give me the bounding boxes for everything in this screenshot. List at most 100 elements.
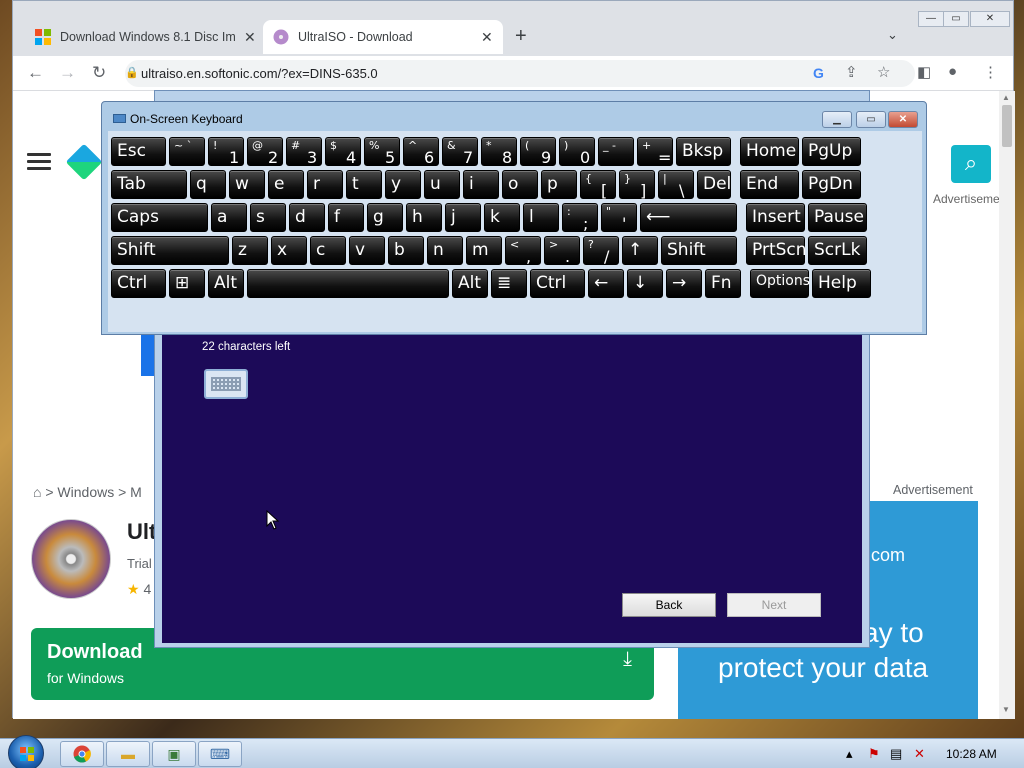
explorer-taskbar-button[interactable]: ▬ <box>106 741 150 767</box>
key-4-5[interactable]: ≣ <box>491 269 527 298</box>
keyboard-icon[interactable] <box>204 369 248 399</box>
search-icon[interactable]: ⌕ <box>951 145 991 183</box>
key-2-0[interactable]: Caps <box>111 203 208 232</box>
key-4-9[interactable]: → <box>666 269 702 298</box>
key-2-7[interactable]: j <box>445 203 481 232</box>
key-3-11[interactable]: ↑ <box>622 236 658 265</box>
key-1-1[interactable]: q <box>190 170 226 199</box>
clock[interactable]: 10:28 AM <box>946 747 997 761</box>
key-2-3[interactable]: d <box>289 203 325 232</box>
profile-icon[interactable]: ● <box>948 63 957 80</box>
show-hidden-icons-icon[interactable]: ▴ <box>846 746 853 762</box>
key-0-3[interactable]: @2 <box>247 137 283 167</box>
key-3-9[interactable]: >. <box>544 236 580 266</box>
key-0-9[interactable]: * 8 <box>481 137 517 167</box>
key-0-16[interactable]: PgUp <box>802 137 861 166</box>
key-4-3[interactable] <box>247 269 449 298</box>
key-3-10[interactable]: ? / <box>583 236 619 266</box>
key-2-14[interactable]: Pause <box>808 203 867 232</box>
key-3-4[interactable]: v <box>349 236 385 265</box>
back-button[interactable]: Back <box>622 593 716 617</box>
key-1-2[interactable]: w <box>229 170 265 199</box>
key-4-8[interactable]: ↓ <box>627 269 663 298</box>
share-icon[interactable]: ⇪ <box>845 63 858 81</box>
key-1-14[interactable]: Del <box>697 170 731 199</box>
key-2-12[interactable]: ⟵ <box>640 203 737 232</box>
hamburger-menu-icon[interactable] <box>27 153 51 171</box>
chrome-taskbar-button[interactable] <box>60 741 104 767</box>
volume-icon[interactable]: ✕ <box>914 746 925 762</box>
key-3-0[interactable]: Shift <box>111 236 229 265</box>
breadcrumb-text[interactable]: > Windows > M <box>45 484 141 500</box>
close-window-button[interactable]: ✕ <box>970 11 1010 27</box>
softonic-logo-icon[interactable] <box>65 143 103 181</box>
key-4-4[interactable]: Alt <box>452 269 488 298</box>
forward-arrow-icon[interactable]: → <box>59 63 76 83</box>
key-1-16[interactable]: PgDn <box>802 170 861 199</box>
tab-windows-download[interactable]: Download Windows 8.1 Disc Ima ✕ <box>25 20 266 54</box>
key-4-2[interactable]: Alt <box>208 269 244 298</box>
key-3-13[interactable]: PrtScn <box>746 236 807 265</box>
key-1-9[interactable]: o <box>502 170 538 199</box>
key-1-6[interactable]: y <box>385 170 421 199</box>
scrollbar-thumb[interactable] <box>1002 105 1012 147</box>
action-center-icon[interactable]: ⚑ <box>868 746 880 762</box>
network-icon[interactable]: ▤ <box>890 746 902 762</box>
start-button[interactable] <box>8 735 44 768</box>
setup-taskbar-button[interactable]: ▣ <box>152 741 196 767</box>
key-3-7[interactable]: m <box>466 236 502 265</box>
key-2-11[interactable]: " ' <box>601 203 637 233</box>
back-arrow-icon[interactable]: ← <box>27 63 44 83</box>
key-2-13[interactable]: Insert <box>746 203 805 232</box>
key-0-2[interactable]: ! 1 <box>208 137 244 167</box>
key-2-8[interactable]: k <box>484 203 520 232</box>
key-1-12[interactable]: }] <box>619 170 655 200</box>
maximize-button[interactable]: ▭ <box>856 111 886 128</box>
key-3-3[interactable]: c <box>310 236 346 265</box>
minimize-button[interactable]: ▁ <box>822 111 852 128</box>
scroll-down-icon[interactable]: ▼ <box>1002 705 1010 714</box>
key-2-2[interactable]: s <box>250 203 286 232</box>
key-1-8[interactable]: i <box>463 170 499 199</box>
key-1-10[interactable]: p <box>541 170 577 199</box>
key-4-11[interactable]: Options <box>750 269 810 298</box>
key-4-7[interactable]: ← <box>588 269 624 298</box>
close-icon[interactable]: ✕ <box>481 29 493 46</box>
url-text[interactable]: ultraiso.en.softonic.com/?ex=DINS-635.0 <box>141 66 378 81</box>
key-0-5[interactable]: $4 <box>325 137 361 167</box>
key-1-13[interactable]: | \ <box>658 170 694 200</box>
key-1-15[interactable]: End <box>740 170 799 199</box>
menu-dots-icon[interactable]: ⋮ <box>983 63 998 81</box>
key-4-10[interactable]: Fn <box>705 269 741 298</box>
key-2-9[interactable]: l <box>523 203 559 232</box>
key-0-10[interactable]: (9 <box>520 137 556 167</box>
home-icon[interactable]: ⌂ <box>33 484 45 500</box>
key-2-6[interactable]: h <box>406 203 442 232</box>
key-4-6[interactable]: Ctrl <box>530 269 585 298</box>
key-3-12[interactable]: Shift <box>661 236 737 265</box>
key-1-5[interactable]: t <box>346 170 382 199</box>
key-4-1[interactable]: ⊞ <box>169 269 205 298</box>
key-0-11[interactable]: ) 0 <box>559 137 595 167</box>
minimize-button[interactable]: — <box>918 11 944 27</box>
new-tab-button[interactable]: + <box>515 25 527 48</box>
key-3-5[interactable]: b <box>388 236 424 265</box>
key-1-4[interactable]: r <box>307 170 343 199</box>
key-2-10[interactable]: :; <box>562 203 598 233</box>
key-0-6[interactable]: % 5 <box>364 137 400 167</box>
key-3-1[interactable]: z <box>232 236 268 265</box>
tab-ultraiso[interactable]: UltraISO - Download ✕ <box>263 20 503 54</box>
osk-taskbar-button[interactable]: ⌨ <box>198 741 242 767</box>
key-2-5[interactable]: g <box>367 203 403 232</box>
key-0-7[interactable]: ^ 6 <box>403 137 439 167</box>
key-0-14[interactable]: Bksp <box>676 137 731 166</box>
chevron-down-icon[interactable]: ⌄ <box>887 27 898 43</box>
key-0-1[interactable]: ~ ` <box>169 137 205 166</box>
key-2-4[interactable]: f <box>328 203 364 232</box>
key-3-14[interactable]: ScrLk <box>808 236 867 265</box>
side-panel-icon[interactable]: ◧ <box>917 63 931 81</box>
key-0-15[interactable]: Home <box>740 137 799 166</box>
breadcrumb[interactable]: ⌂ > Windows > M <box>33 484 142 500</box>
key-2-1[interactable]: a <box>211 203 247 232</box>
key-3-8[interactable]: <, <box>505 236 541 266</box>
